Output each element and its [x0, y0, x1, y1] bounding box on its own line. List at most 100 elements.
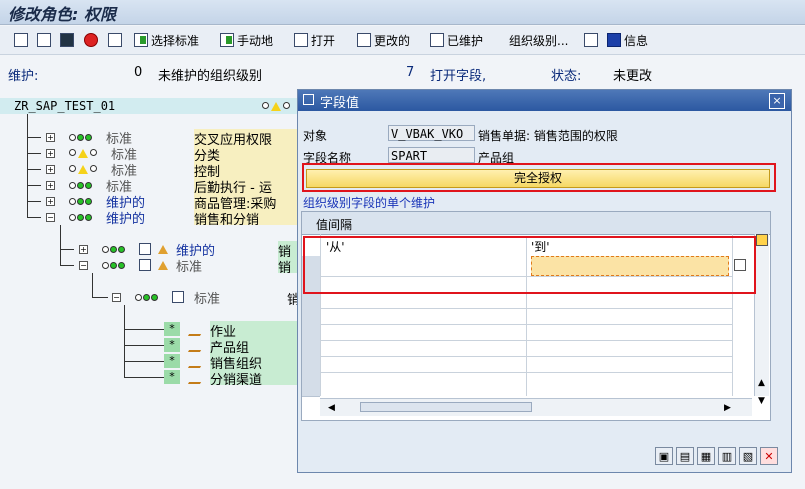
scroll-left-icon[interactable]: ◀ — [328, 403, 335, 413]
status-lights — [262, 101, 290, 111]
tree-branch — [124, 345, 164, 346]
info-button[interactable]: 信息 — [607, 32, 648, 48]
expand-icon[interactable]: + — [46, 132, 55, 142]
cancel-button[interactable]: ✕ — [760, 447, 778, 465]
open-text: 打开字段, — [430, 69, 487, 84]
scroll-down-icon[interactable]: ▼ — [758, 396, 765, 406]
expand-icon[interactable]: + — [46, 164, 55, 174]
pencil-icon[interactable] — [187, 354, 209, 368]
save-icon: ▣ — [658, 449, 670, 463]
add-template-icon — [134, 33, 148, 47]
delete-button[interactable] — [108, 32, 125, 48]
changed-label: 更改的 — [374, 33, 411, 48]
expand-icon[interactable]: + — [79, 244, 88, 254]
tree-branch — [124, 377, 164, 378]
field-name-field[interactable]: SPART — [388, 147, 475, 163]
pencil-icon[interactable] — [187, 370, 209, 384]
expand-icon[interactable]: + — [46, 196, 55, 206]
grid-settings-icon[interactable] — [756, 234, 768, 246]
grid-header: 值间隔 — [302, 212, 770, 235]
node-desc: 分类 — [194, 145, 298, 161]
tree-branch — [27, 153, 41, 154]
tree-button[interactable] — [60, 32, 77, 48]
copy-button[interactable]: ▥ — [718, 447, 736, 465]
delete-row-button[interactable]: ▤ — [676, 447, 694, 465]
collapse-button[interactable] — [37, 32, 54, 48]
field-name: 产品组 — [210, 337, 298, 353]
open-label: 打开 — [311, 33, 336, 48]
expand-icon[interactable]: + — [46, 180, 55, 190]
trash-icon — [108, 33, 122, 47]
info-label: 信息 — [624, 33, 649, 48]
tree-branch — [27, 201, 41, 202]
dialog-icon — [303, 94, 314, 105]
node-desc: 销 — [278, 257, 298, 273]
status-lights — [69, 133, 92, 141]
manual-add-icon — [220, 33, 234, 47]
status-lights — [69, 197, 92, 205]
node-desc: 销售和分销 — [194, 209, 298, 225]
open-icon — [294, 33, 308, 47]
tree-branch — [27, 137, 41, 138]
manual-button[interactable]: 手动地 — [220, 32, 273, 48]
tree-branch — [92, 297, 108, 298]
tree-line — [27, 114, 28, 218]
maintained-button[interactable]: 已维护 — [430, 32, 483, 48]
vertical-scrollbar[interactable]: ▲ ▼ — [754, 234, 769, 406]
changed-button[interactable]: 更改的 — [357, 32, 410, 48]
status-lights — [69, 213, 92, 221]
collapse-icon[interactable]: − — [46, 212, 55, 222]
paste-button[interactable]: ▧ — [739, 447, 757, 465]
tree-root[interactable]: ZR_SAP_TEST_01 — [14, 98, 115, 114]
expand-icon[interactable]: + — [46, 148, 55, 158]
object-desc: 销售单据: 销售范围的权限 — [478, 129, 618, 143]
trash-icon: ▤ — [679, 449, 691, 463]
field-name: 作业 — [210, 321, 298, 337]
scroll-right-icon[interactable]: ▶ — [724, 403, 731, 413]
stop-button[interactable] — [84, 32, 101, 48]
org-levels-button[interactable]: 组织级别... — [509, 32, 568, 48]
node-label: 标准 — [176, 259, 203, 275]
row-selector[interactable] — [302, 308, 320, 325]
scroll-thumb[interactable] — [360, 402, 532, 412]
save-button[interactable]: ▣ — [655, 447, 673, 465]
select-template-label: 选择标准 — [151, 33, 200, 48]
row-selector[interactable] — [302, 292, 320, 309]
dialog-title: 字段值 — [320, 96, 360, 111]
row-selector[interactable] — [302, 324, 320, 341]
tree-icon — [60, 33, 74, 47]
row-selector[interactable] — [302, 372, 320, 397]
unmaint-count: 0 — [134, 65, 143, 80]
grid-row-line — [320, 356, 732, 357]
person-icon — [158, 244, 168, 254]
scroll-up-icon[interactable]: ▲ — [758, 378, 765, 388]
tree-subnode-2[interactable]: − 标准 — [79, 257, 203, 275]
row-selector[interactable] — [302, 356, 320, 373]
close-icon[interactable]: × — [769, 93, 785, 109]
pencil-icon[interactable] — [187, 338, 209, 352]
node-label: 标准 — [194, 291, 221, 307]
status-line: 维护: 0 未维护的组织级别 7 打开字段, 状态: 未更改 — [0, 62, 805, 84]
field-marker: * — [164, 322, 180, 336]
collapse-icon[interactable]: − — [79, 260, 88, 270]
tree-branch — [124, 361, 164, 362]
select-template-button[interactable]: 选择标准 — [134, 32, 199, 48]
insert-button[interactable]: ▦ — [697, 447, 715, 465]
dialog-button-row: ▣ ▤ ▦ ▥ ▧ ✕ — [655, 447, 778, 465]
pencil-icon[interactable] — [187, 322, 209, 336]
tree-node-6[interactable]: − 维护的 — [46, 209, 145, 227]
tree-subsubnode[interactable]: − 标准 — [112, 289, 221, 307]
expand-icon — [14, 33, 28, 47]
horizontal-scrollbar[interactable]: ◀ ▶ — [320, 398, 752, 416]
row-selector[interactable] — [302, 340, 320, 357]
tree-line — [124, 305, 125, 377]
object-field[interactable]: V_VBAK_VKO — [388, 125, 475, 141]
grid-row-line — [320, 324, 732, 325]
list-button[interactable] — [584, 32, 601, 48]
changed-icon — [357, 33, 371, 47]
open-button[interactable]: 打开 — [294, 32, 335, 48]
field-name: 销售组织 — [210, 353, 298, 369]
expand-all-button[interactable] — [14, 32, 31, 48]
collapse-icon[interactable]: − — [112, 292, 121, 302]
tree-branch — [124, 329, 164, 330]
